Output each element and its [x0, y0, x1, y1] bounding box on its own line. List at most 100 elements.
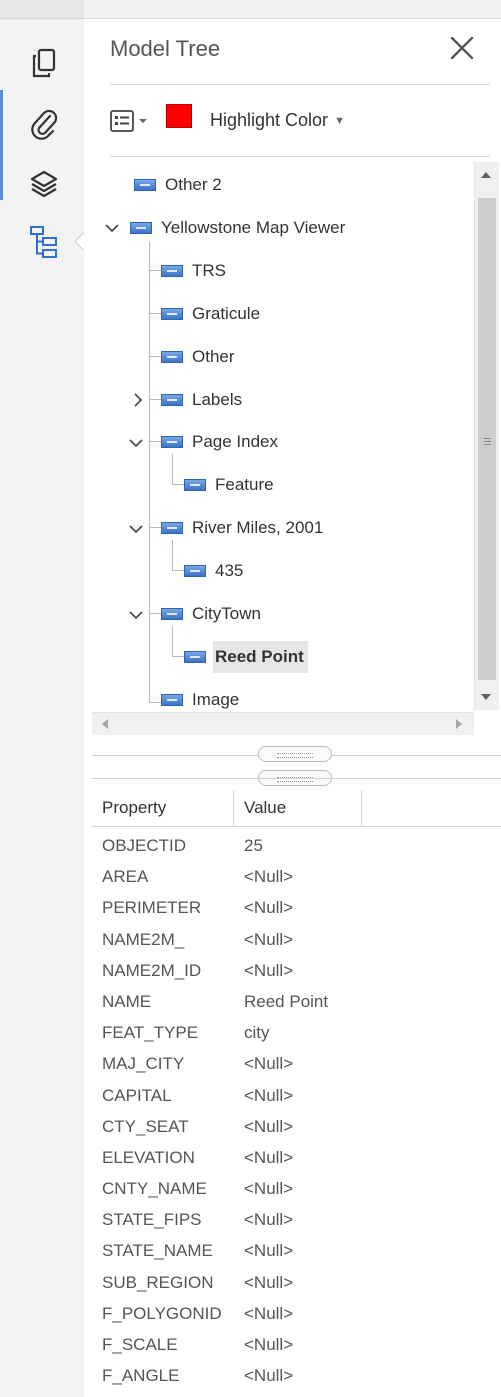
layer-node-icon — [184, 479, 206, 491]
navigation-rail — [0, 0, 93, 1397]
tree-node-label: Feature — [215, 475, 274, 494]
tree-node-image[interactable]: Image — [161, 685, 239, 710]
title-separator — [110, 84, 490, 85]
property-name: F_POLYGONID — [102, 1303, 222, 1323]
property-name: FEAT_TYPE — [102, 1023, 199, 1043]
tree-line — [172, 626, 173, 656]
collapse-icon — [129, 525, 143, 534]
tree-node-label: Other 2 — [165, 175, 222, 194]
layer-node-icon — [161, 265, 183, 277]
tree-node-graticule[interactable]: Graticule — [161, 299, 260, 329]
highlight-color-swatch[interactable] — [166, 104, 192, 128]
property-value: <Null> — [244, 1303, 294, 1323]
property-column-header[interactable]: Property — [92, 790, 234, 826]
tree-node-citytown[interactable]: CityTown — [161, 599, 261, 629]
property-row: STATE_NAME <Null> — [92, 1235, 501, 1266]
scroll-down-arrow-icon[interactable] — [481, 694, 491, 700]
property-name: AREA — [102, 867, 149, 887]
property-name: F_ANGLE — [102, 1366, 180, 1386]
property-value: <Null> — [244, 1054, 294, 1074]
value-column-header[interactable]: Value — [234, 790, 362, 826]
tree-node-label: 435 — [215, 561, 244, 580]
tree-line — [172, 656, 184, 657]
tree-line — [149, 242, 150, 703]
tree-line — [172, 540, 173, 570]
tree-node-reed-point[interactable]: Reed Point — [184, 641, 308, 673]
tree-line — [149, 527, 161, 528]
model-tree: Other 2 Yellowstone Map Viewer TRS Grati… — [96, 162, 474, 710]
collapse-toggle-citytown[interactable] — [128, 607, 144, 623]
property-value: <Null> — [244, 929, 294, 949]
property-name: CNTY_NAME — [102, 1179, 207, 1199]
property-name: MAJ_CITY — [102, 1054, 185, 1074]
expand-icon — [134, 393, 143, 407]
tree-node-label: Labels — [192, 390, 243, 409]
tree-node-trs[interactable]: TRS — [161, 256, 226, 286]
splitter-line — [92, 778, 501, 779]
close-icon — [450, 36, 474, 60]
tree-node-435[interactable]: 435 — [184, 556, 243, 586]
property-value: <Null> — [244, 1085, 294, 1105]
scroll-left-arrow-icon[interactable] — [102, 719, 108, 729]
close-button[interactable] — [444, 30, 480, 66]
dropdown-caret-icon: ▼ — [334, 115, 345, 127]
scroll-up-arrow-icon[interactable] — [481, 172, 491, 178]
tree-node-other-2[interactable]: Other 2 — [134, 170, 222, 200]
tree-node-page-index[interactable]: Page Index — [161, 427, 278, 457]
tree-line — [172, 454, 173, 484]
tree-node-label: Image — [192, 690, 240, 709]
property-row: F_ANGLE <Null> — [92, 1360, 501, 1391]
tree-node-label: Graticule — [192, 304, 261, 323]
property-name: NAME2M_ID — [102, 960, 202, 980]
tree-node-labels[interactable]: Labels — [161, 385, 242, 415]
tree-vertical-scrollbar[interactable] — [474, 162, 499, 710]
collapse-icon — [129, 611, 143, 620]
tree-line — [149, 313, 161, 314]
model-tree-icon[interactable] — [22, 220, 66, 264]
tree-node-feature[interactable]: Feature — [184, 470, 274, 500]
collapse-toggle-river-miles[interactable] — [128, 521, 144, 537]
highlight-color-dropdown[interactable]: Highlight Color ▼ — [210, 110, 345, 131]
tree-node-yellowstone-map-viewer[interactable]: Yellowstone Map Viewer — [130, 213, 345, 243]
options-icon — [110, 110, 134, 132]
tree-horizontal-scrollbar[interactable] — [92, 712, 474, 735]
tree-node-label: CityTown — [192, 604, 261, 623]
property-value: <Null> — [244, 960, 294, 980]
layers-icon[interactable] — [22, 162, 66, 206]
rail-top-strip — [0, 0, 84, 19]
thumb-grip — [484, 441, 491, 442]
properties-table: OBJECTID 25 AREA <Null> PERIMETER <Null> NA… — [92, 830, 501, 1391]
property-row: CAPITAL <Null> — [92, 1080, 501, 1111]
tree-node-river-miles-2001[interactable]: River Miles, 2001 — [161, 513, 323, 543]
panel-title: Model Tree — [110, 36, 221, 61]
expand-toggle-labels[interactable] — [130, 392, 146, 408]
property-row: NAME Reed Point — [92, 986, 501, 1017]
collapse-toggle-yellowstone[interactable] — [104, 220, 120, 236]
dropdown-caret-icon — [139, 119, 147, 123]
properties-header: Property Value — [92, 790, 501, 827]
layer-node-icon — [134, 179, 156, 191]
property-name: STATE_NAME — [102, 1241, 213, 1261]
property-name: NAME — [102, 991, 152, 1011]
property-name: CAPITAL — [102, 1085, 172, 1105]
layer-node-icon — [161, 308, 183, 320]
scroll-thumb[interactable] — [478, 198, 496, 680]
pages-icon[interactable] — [22, 42, 66, 86]
property-row: AREA <Null> — [92, 861, 501, 892]
layer-node-icon — [161, 694, 183, 706]
layer-node-icon — [130, 222, 152, 234]
property-row: STATE_FIPS <Null> — [92, 1204, 501, 1235]
collapse-toggle-page-index[interactable] — [128, 435, 144, 451]
scroll-right-arrow-icon[interactable] — [456, 719, 462, 729]
attachments-icon[interactable] — [22, 102, 66, 146]
tree-line — [149, 441, 161, 442]
property-value: <Null> — [244, 1335, 294, 1354]
tree-node-other[interactable]: Other — [161, 342, 235, 372]
highlight-color-label: Highlight Color — [210, 110, 329, 130]
property-value: Reed Point — [244, 991, 329, 1011]
property-value: <Null> — [244, 1179, 294, 1199]
splitter-grip-top[interactable] — [258, 746, 332, 762]
layer-node-icon — [184, 651, 206, 663]
options-button[interactable] — [110, 108, 160, 134]
property-row: ELEVATION <Null> — [92, 1142, 501, 1173]
